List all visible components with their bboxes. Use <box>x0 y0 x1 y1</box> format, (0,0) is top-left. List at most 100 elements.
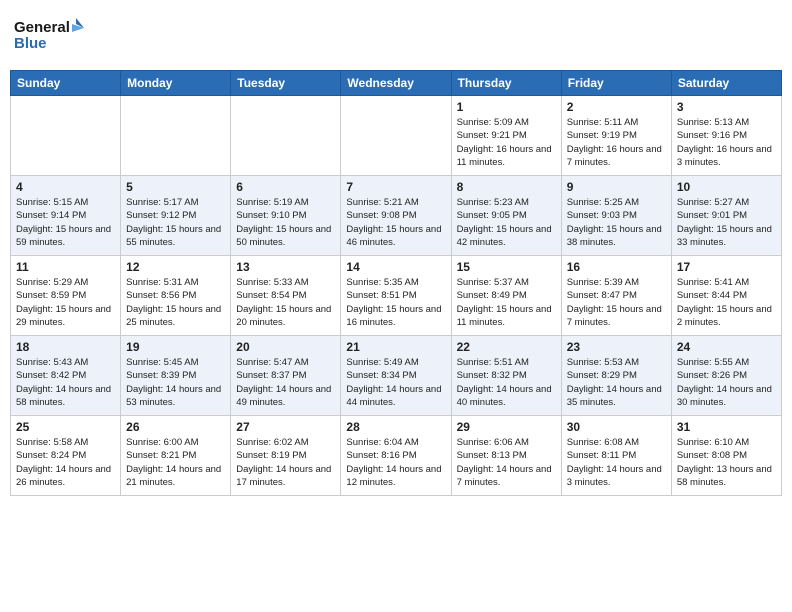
calendar-cell: 8 Sunrise: 5:23 AM Sunset: 9:05 PM Daylig… <box>451 176 561 256</box>
day-info: Sunrise: 5:35 AM Sunset: 8:51 PM Dayligh… <box>346 276 445 329</box>
weekday-header-sunday: Sunday <box>11 71 121 96</box>
day-number: 1 <box>457 100 556 114</box>
day-info: Sunrise: 5:25 AM Sunset: 9:03 PM Dayligh… <box>567 196 666 249</box>
calendar-cell: 14 Sunrise: 5:35 AM Sunset: 8:51 PM Dayli… <box>341 256 451 336</box>
calendar-cell: 23 Sunrise: 5:53 AM Sunset: 8:29 PM Dayli… <box>561 336 671 416</box>
day-info: Sunrise: 5:09 AM Sunset: 9:21 PM Dayligh… <box>457 116 556 169</box>
page-header: General Blue <box>10 10 782 62</box>
day-info: Sunrise: 6:02 AM Sunset: 8:19 PM Dayligh… <box>236 436 335 489</box>
day-number: 26 <box>126 420 225 434</box>
day-number: 7 <box>346 180 445 194</box>
day-number: 15 <box>457 260 556 274</box>
day-number: 14 <box>346 260 445 274</box>
calendar-cell: 31 Sunrise: 6:10 AM Sunset: 8:08 PM Dayli… <box>671 416 781 496</box>
day-info: Sunrise: 5:58 AM Sunset: 8:24 PM Dayligh… <box>16 436 115 489</box>
logo-svg: General Blue <box>14 14 84 58</box>
day-info: Sunrise: 5:43 AM Sunset: 8:42 PM Dayligh… <box>16 356 115 409</box>
day-number: 30 <box>567 420 666 434</box>
day-number: 17 <box>677 260 776 274</box>
day-info: Sunrise: 5:39 AM Sunset: 8:47 PM Dayligh… <box>567 276 666 329</box>
calendar-week-row: 25 Sunrise: 5:58 AM Sunset: 8:24 PM Dayli… <box>11 416 782 496</box>
day-info: Sunrise: 5:15 AM Sunset: 9:14 PM Dayligh… <box>16 196 115 249</box>
day-info: Sunrise: 6:10 AM Sunset: 8:08 PM Dayligh… <box>677 436 776 489</box>
weekday-header-saturday: Saturday <box>671 71 781 96</box>
day-number: 11 <box>16 260 115 274</box>
day-info: Sunrise: 5:21 AM Sunset: 9:08 PM Dayligh… <box>346 196 445 249</box>
calendar-cell: 29Sunrise: 6:06 AM Sunset: 8:13 PM Dayli… <box>451 416 561 496</box>
calendar-cell: 13 Sunrise: 5:33 AM Sunset: 8:54 PM Dayli… <box>231 256 341 336</box>
calendar-cell <box>11 96 121 176</box>
day-info: Sunrise: 5:27 AM Sunset: 9:01 PM Dayligh… <box>677 196 776 249</box>
calendar-cell <box>231 96 341 176</box>
calendar-cell: 24 Sunrise: 5:55 AM Sunset: 8:26 PM Dayli… <box>671 336 781 416</box>
calendar-header-row: SundayMondayTuesdayWednesdayThursdayFrid… <box>11 71 782 96</box>
weekday-header-wednesday: Wednesday <box>341 71 451 96</box>
day-info: Sunrise: 5:29 AM Sunset: 8:59 PM Dayligh… <box>16 276 115 329</box>
day-number: 12 <box>126 260 225 274</box>
day-number: 3 <box>677 100 776 114</box>
svg-text:Blue: Blue <box>14 35 47 52</box>
day-number: 19 <box>126 340 225 354</box>
day-number: 6 <box>236 180 335 194</box>
day-info: Sunrise: 6:06 AM Sunset: 8:13 PM Dayligh… <box>457 436 556 489</box>
day-info: Sunrise: 6:08 AM Sunset: 8:11 PM Dayligh… <box>567 436 666 489</box>
calendar-cell: 20 Sunrise: 5:47 AM Sunset: 8:37 PM Dayli… <box>231 336 341 416</box>
svg-text:General: General <box>14 19 70 36</box>
calendar-table: SundayMondayTuesdayWednesdayThursdayFrid… <box>10 70 782 496</box>
day-number: 23 <box>567 340 666 354</box>
day-info: Sunrise: 5:47 AM Sunset: 8:37 PM Dayligh… <box>236 356 335 409</box>
day-number: 8 <box>457 180 556 194</box>
day-info: Sunrise: 5:55 AM Sunset: 8:26 PM Dayligh… <box>677 356 776 409</box>
calendar-cell <box>341 96 451 176</box>
calendar-cell: 12Sunrise: 5:31 AM Sunset: 8:56 PM Dayli… <box>121 256 231 336</box>
calendar-cell: 4Sunrise: 5:15 AM Sunset: 9:14 PM Daylig… <box>11 176 121 256</box>
calendar-cell: 2Sunrise: 5:11 AM Sunset: 9:19 PM Daylig… <box>561 96 671 176</box>
day-number: 10 <box>677 180 776 194</box>
calendar-cell: 15Sunrise: 5:37 AM Sunset: 8:49 PM Dayli… <box>451 256 561 336</box>
day-number: 16 <box>567 260 666 274</box>
day-info: Sunrise: 6:04 AM Sunset: 8:16 PM Dayligh… <box>346 436 445 489</box>
day-number: 22 <box>457 340 556 354</box>
calendar-cell <box>121 96 231 176</box>
day-info: Sunrise: 5:45 AM Sunset: 8:39 PM Dayligh… <box>126 356 225 409</box>
calendar-cell: 28Sunrise: 6:04 AM Sunset: 8:16 PM Dayli… <box>341 416 451 496</box>
calendar-cell: 5 Sunrise: 5:17 AM Sunset: 9:12 PM Daylig… <box>121 176 231 256</box>
day-info: Sunrise: 5:49 AM Sunset: 8:34 PM Dayligh… <box>346 356 445 409</box>
day-number: 27 <box>236 420 335 434</box>
day-info: Sunrise: 6:00 AM Sunset: 8:21 PM Dayligh… <box>126 436 225 489</box>
calendar-cell: 17 Sunrise: 5:41 AM Sunset: 8:44 PM Dayli… <box>671 256 781 336</box>
day-info: Sunrise: 5:23 AM Sunset: 9:05 PM Dayligh… <box>457 196 556 249</box>
day-number: 20 <box>236 340 335 354</box>
day-info: Sunrise: 5:51 AM Sunset: 8:32 PM Dayligh… <box>457 356 556 409</box>
day-number: 21 <box>346 340 445 354</box>
day-number: 18 <box>16 340 115 354</box>
calendar-cell: 18 Sunrise: 5:43 AM Sunset: 8:42 PM Dayli… <box>11 336 121 416</box>
calendar-cell: 27 Sunrise: 6:02 AM Sunset: 8:19 PM Dayli… <box>231 416 341 496</box>
day-info: Sunrise: 5:19 AM Sunset: 9:10 PM Dayligh… <box>236 196 335 249</box>
calendar-cell: 9 Sunrise: 5:25 AM Sunset: 9:03 PM Daylig… <box>561 176 671 256</box>
day-info: Sunrise: 5:53 AM Sunset: 8:29 PM Dayligh… <box>567 356 666 409</box>
calendar-cell: 10 Sunrise: 5:27 AM Sunset: 9:01 PM Dayli… <box>671 176 781 256</box>
day-info: Sunrise: 5:41 AM Sunset: 8:44 PM Dayligh… <box>677 276 776 329</box>
calendar-cell: 1 Sunrise: 5:09 AM Sunset: 9:21 PM Daylig… <box>451 96 561 176</box>
weekday-header-friday: Friday <box>561 71 671 96</box>
day-info: Sunrise: 5:13 AM Sunset: 9:16 PM Dayligh… <box>677 116 776 169</box>
calendar-week-row: 4Sunrise: 5:15 AM Sunset: 9:14 PM Daylig… <box>11 176 782 256</box>
calendar-cell: 25 Sunrise: 5:58 AM Sunset: 8:24 PM Dayli… <box>11 416 121 496</box>
calendar-week-row: 1 Sunrise: 5:09 AM Sunset: 9:21 PM Daylig… <box>11 96 782 176</box>
day-info: Sunrise: 5:17 AM Sunset: 9:12 PM Dayligh… <box>126 196 225 249</box>
day-number: 5 <box>126 180 225 194</box>
day-number: 31 <box>677 420 776 434</box>
day-info: Sunrise: 5:33 AM Sunset: 8:54 PM Dayligh… <box>236 276 335 329</box>
day-number: 9 <box>567 180 666 194</box>
day-number: 13 <box>236 260 335 274</box>
calendar-week-row: 11 Sunrise: 5:29 AM Sunset: 8:59 PM Dayli… <box>11 256 782 336</box>
day-number: 25 <box>16 420 115 434</box>
calendar-cell: 7 Sunrise: 5:21 AM Sunset: 9:08 PM Daylig… <box>341 176 451 256</box>
day-number: 24 <box>677 340 776 354</box>
calendar-cell: 22 Sunrise: 5:51 AM Sunset: 8:32 PM Dayli… <box>451 336 561 416</box>
day-number: 2 <box>567 100 666 114</box>
calendar-cell: 16 Sunrise: 5:39 AM Sunset: 8:47 PM Dayli… <box>561 256 671 336</box>
calendar-week-row: 18 Sunrise: 5:43 AM Sunset: 8:42 PM Dayli… <box>11 336 782 416</box>
calendar-cell: 26 Sunrise: 6:00 AM Sunset: 8:21 PM Dayli… <box>121 416 231 496</box>
